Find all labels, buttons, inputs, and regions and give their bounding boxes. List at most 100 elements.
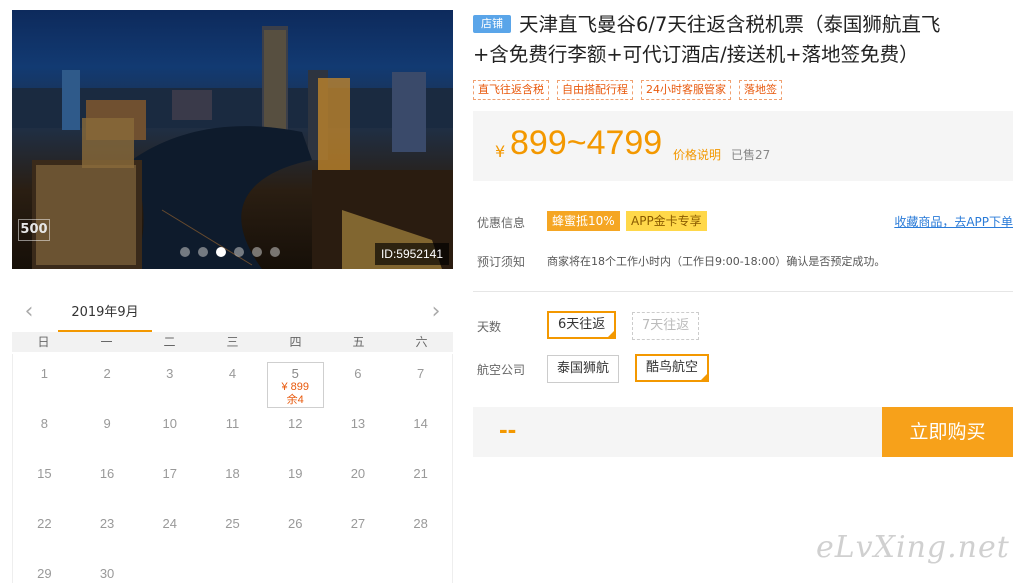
calendar-day: 28: [389, 504, 452, 554]
calendar-day: 27: [327, 504, 390, 554]
product-title: 天津直飞曼谷6/7天往返含税机票（泰国狮航直飞 +含免费行李额+可代订酒店/接送…: [473, 10, 1019, 70]
airline-nokscoot[interactable]: 酷鸟航空: [635, 354, 710, 382]
feature-tag: 自由搭配行程: [557, 80, 633, 100]
calendar-day: 25: [201, 504, 264, 554]
day-number: 29: [37, 566, 52, 581]
day-number: 13: [350, 416, 366, 431]
currency-symbol: ¥: [495, 142, 506, 161]
day-number: 18: [225, 466, 240, 481]
price-box: ¥ 899~4799 价格说明 已售27: [473, 111, 1013, 181]
option-7-days[interactable]: 7天往返: [632, 312, 700, 340]
calendar-month-tab[interactable]: 2019年9月: [58, 302, 152, 332]
calendar-day: 13: [327, 404, 390, 454]
carousel-dot[interactable]: [270, 247, 280, 257]
calendar-day: 14: [389, 404, 452, 454]
section-divider: [473, 291, 1013, 292]
airline-label: 航空公司: [477, 363, 526, 377]
day-number: 20: [350, 466, 366, 481]
day-number: 9: [103, 416, 111, 431]
day-number: 2: [103, 366, 111, 381]
calendar-day: 22: [13, 504, 76, 554]
calendar-day: 1: [13, 354, 76, 404]
option-6-days[interactable]: 6天往返: [547, 311, 617, 339]
watermark-500-logo: 500: [18, 219, 50, 241]
days-label: 天数: [477, 320, 502, 334]
carousel-dot[interactable]: [198, 247, 208, 257]
buy-now-button[interactable]: 立即购买: [882, 407, 1013, 457]
day-number: 3: [166, 366, 174, 381]
feature-tag: 落地签: [739, 80, 782, 100]
price-explanation-link[interactable]: 价格说明: [673, 146, 721, 163]
calendar-day-grid: 1 2 3 4 5 ¥ 899 余4 6 7 8 9 10 11 12 13 14 15 16 17 18 19 20 21…: [12, 354, 453, 583]
calendar-day: 29: [13, 554, 76, 583]
weekday-label: 二: [163, 335, 176, 349]
day-number: 4: [228, 366, 237, 381]
carousel-dot[interactable]: [234, 247, 244, 257]
favorite-app-link[interactable]: 收藏商品，去APP下单: [894, 213, 1013, 230]
calendar-day-available[interactable]: 5 ¥ 899 余4: [266, 362, 324, 408]
promo-label: 优惠信息: [477, 216, 526, 230]
photo-id-label: ID:5952141: [374, 243, 449, 265]
day-number: 12: [287, 416, 303, 431]
weekday-label: 六: [415, 335, 428, 349]
calendar-day: 18: [201, 454, 264, 504]
day-number: 21: [413, 466, 428, 481]
calendar-day: 19: [264, 454, 327, 504]
day-number: 5: [291, 366, 299, 381]
airline-thai-lion[interactable]: 泰国狮航: [547, 355, 620, 383]
calendar-day: 3: [138, 354, 201, 404]
prev-month-button[interactable]: ‹: [14, 296, 44, 332]
calendar-day: 8: [13, 404, 76, 454]
weekday-label: 一: [100, 335, 113, 349]
carousel-dot[interactable]: [180, 247, 190, 257]
day-number: 26: [287, 516, 303, 531]
site-watermark: eLvXing.net: [816, 530, 1010, 565]
sold-count: 已售27: [731, 148, 771, 162]
day-number: 6: [354, 366, 362, 381]
calendar-day: 23: [76, 504, 139, 554]
feature-tag: 直飞往返含税: [473, 80, 549, 100]
calendar-day: 9: [76, 404, 139, 454]
day-number: 24: [162, 516, 178, 531]
date-calendar: ‹ 2019年9月 › 日 一 二 三 四 五 六 1 2 3 4 5 ¥ 899 余4 6 7…: [12, 296, 453, 583]
day-number: 28: [413, 516, 428, 531]
calendar-day: 16: [76, 454, 139, 504]
price-range: 899~4799: [510, 124, 663, 162]
day-number: 17: [162, 466, 178, 481]
day-number: 8: [40, 416, 48, 431]
store-badge[interactable]: 店铺: [473, 15, 511, 33]
weekday-label: 日: [37, 335, 50, 349]
city-night-skyline-image: [12, 26, 453, 269]
day-number: 25: [225, 516, 240, 531]
day-number: 15: [37, 466, 52, 481]
next-month-button[interactable]: ›: [421, 296, 451, 332]
promo-tag-honey[interactable]: 蜂蜜抵10%: [547, 211, 620, 231]
calendar-day: 7: [389, 354, 452, 404]
feature-tags: 直飞往返含税 自由搭配行程 24小时客服管家 落地签: [473, 80, 782, 100]
calendar-weekday-header: 日 一 二 三 四 五 六: [12, 332, 453, 352]
calendar-day: 10: [138, 404, 201, 454]
total-price: --: [499, 414, 517, 444]
carousel-dot-active[interactable]: [216, 247, 226, 257]
weekday-label: 五: [352, 335, 365, 349]
carousel-dot[interactable]: [252, 247, 262, 257]
calendar-day: 24: [138, 504, 201, 554]
day-number: 27: [350, 516, 366, 531]
day-number: 10: [162, 416, 178, 431]
calendar-day: 21: [389, 454, 452, 504]
day-number: 11: [225, 416, 240, 431]
day-price: ¥ 899: [281, 381, 309, 393]
feature-tag: 24小时客服管家: [641, 80, 731, 100]
calendar-day: 26: [264, 504, 327, 554]
calendar-day: 20: [327, 454, 390, 504]
calendar-day: 12: [264, 404, 327, 454]
day-number: 19: [287, 466, 303, 481]
product-title-line2: +含免费行李额+可代订酒店/接送机+落地签免费）: [473, 43, 919, 66]
promo-tag-app-gold[interactable]: APP金卡专享: [626, 211, 707, 231]
product-photo[interactable]: 500 ID:5952141: [12, 10, 453, 269]
day-number: 30: [99, 566, 115, 581]
calendar-day: 30: [76, 554, 139, 583]
purchase-bar: -- 立即购买: [473, 407, 1013, 457]
calendar-day: 11: [201, 404, 264, 454]
booking-notice-label: 预订须知: [477, 255, 526, 269]
